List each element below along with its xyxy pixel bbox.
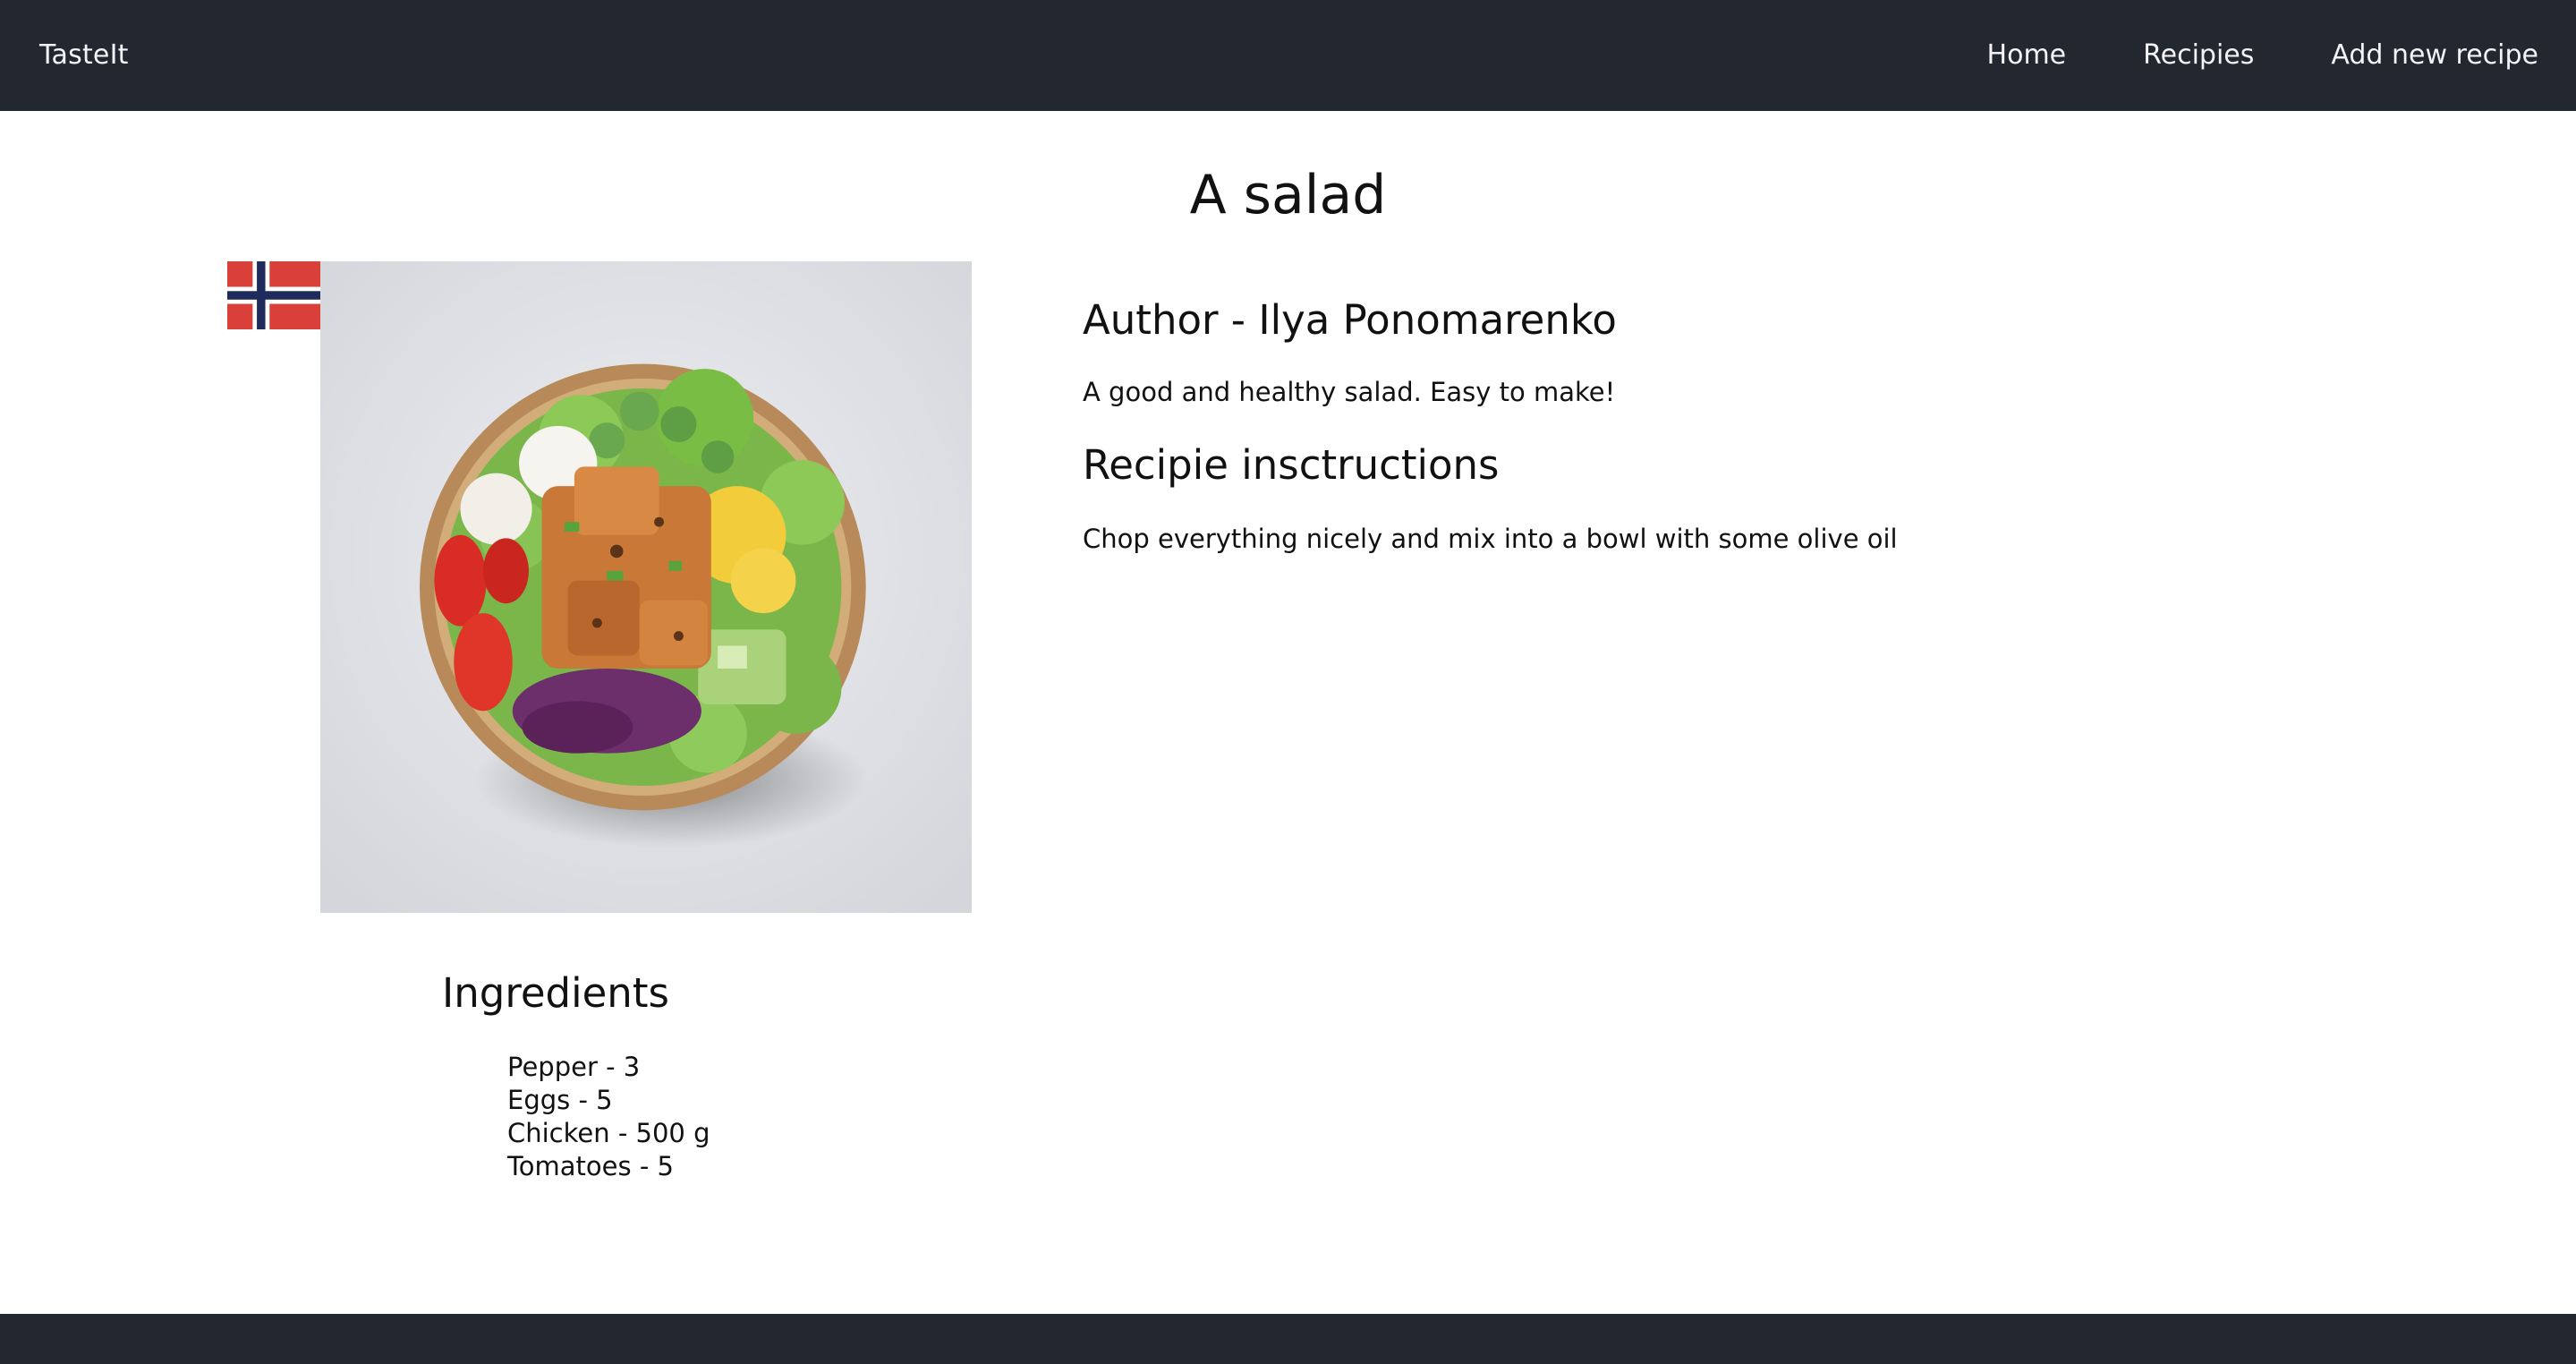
nav-links: Home Recipies Add new recipe [1987,39,2538,72]
recipe-title: A salad [1189,164,1387,226]
salad-bowl-photo [320,261,972,913]
recipe-description: A good and healthy salad. Easy to make! [1083,377,1616,407]
recipe-author: Author - Ilya Ponomarenko [1083,296,1617,344]
nav-link-home[interactable]: Home [1987,39,2067,72]
nav-link-recipes[interactable]: Recipies [2143,39,2254,72]
norway-flag-icon [227,261,320,329]
ingredient-item: Pepper - 3 [507,1052,641,1082]
ingredient-item: Chicken - 500 g [507,1118,710,1148]
ingredient-item: Tomatoes - 5 [507,1151,674,1181]
ingredients-heading: Ingredients [442,969,669,1017]
instructions-heading: Recipie insctructions [1083,441,1500,489]
top-navbar: TasteIt Home Recipies Add new recipe [0,0,2576,111]
ingredients-list: Pepper - 3 Eggs - 5 Chicken - 500 g Toma… [507,1051,710,1183]
ingredient-item: Eggs - 5 [507,1085,613,1115]
page-footer [0,1314,2576,1364]
brand-logo-link[interactable]: TasteIt [39,39,129,72]
instructions-text: Chop everything nicely and mix into a bo… [1083,524,1898,554]
nav-link-add-new-recipe[interactable]: Add new recipe [2331,39,2538,72]
